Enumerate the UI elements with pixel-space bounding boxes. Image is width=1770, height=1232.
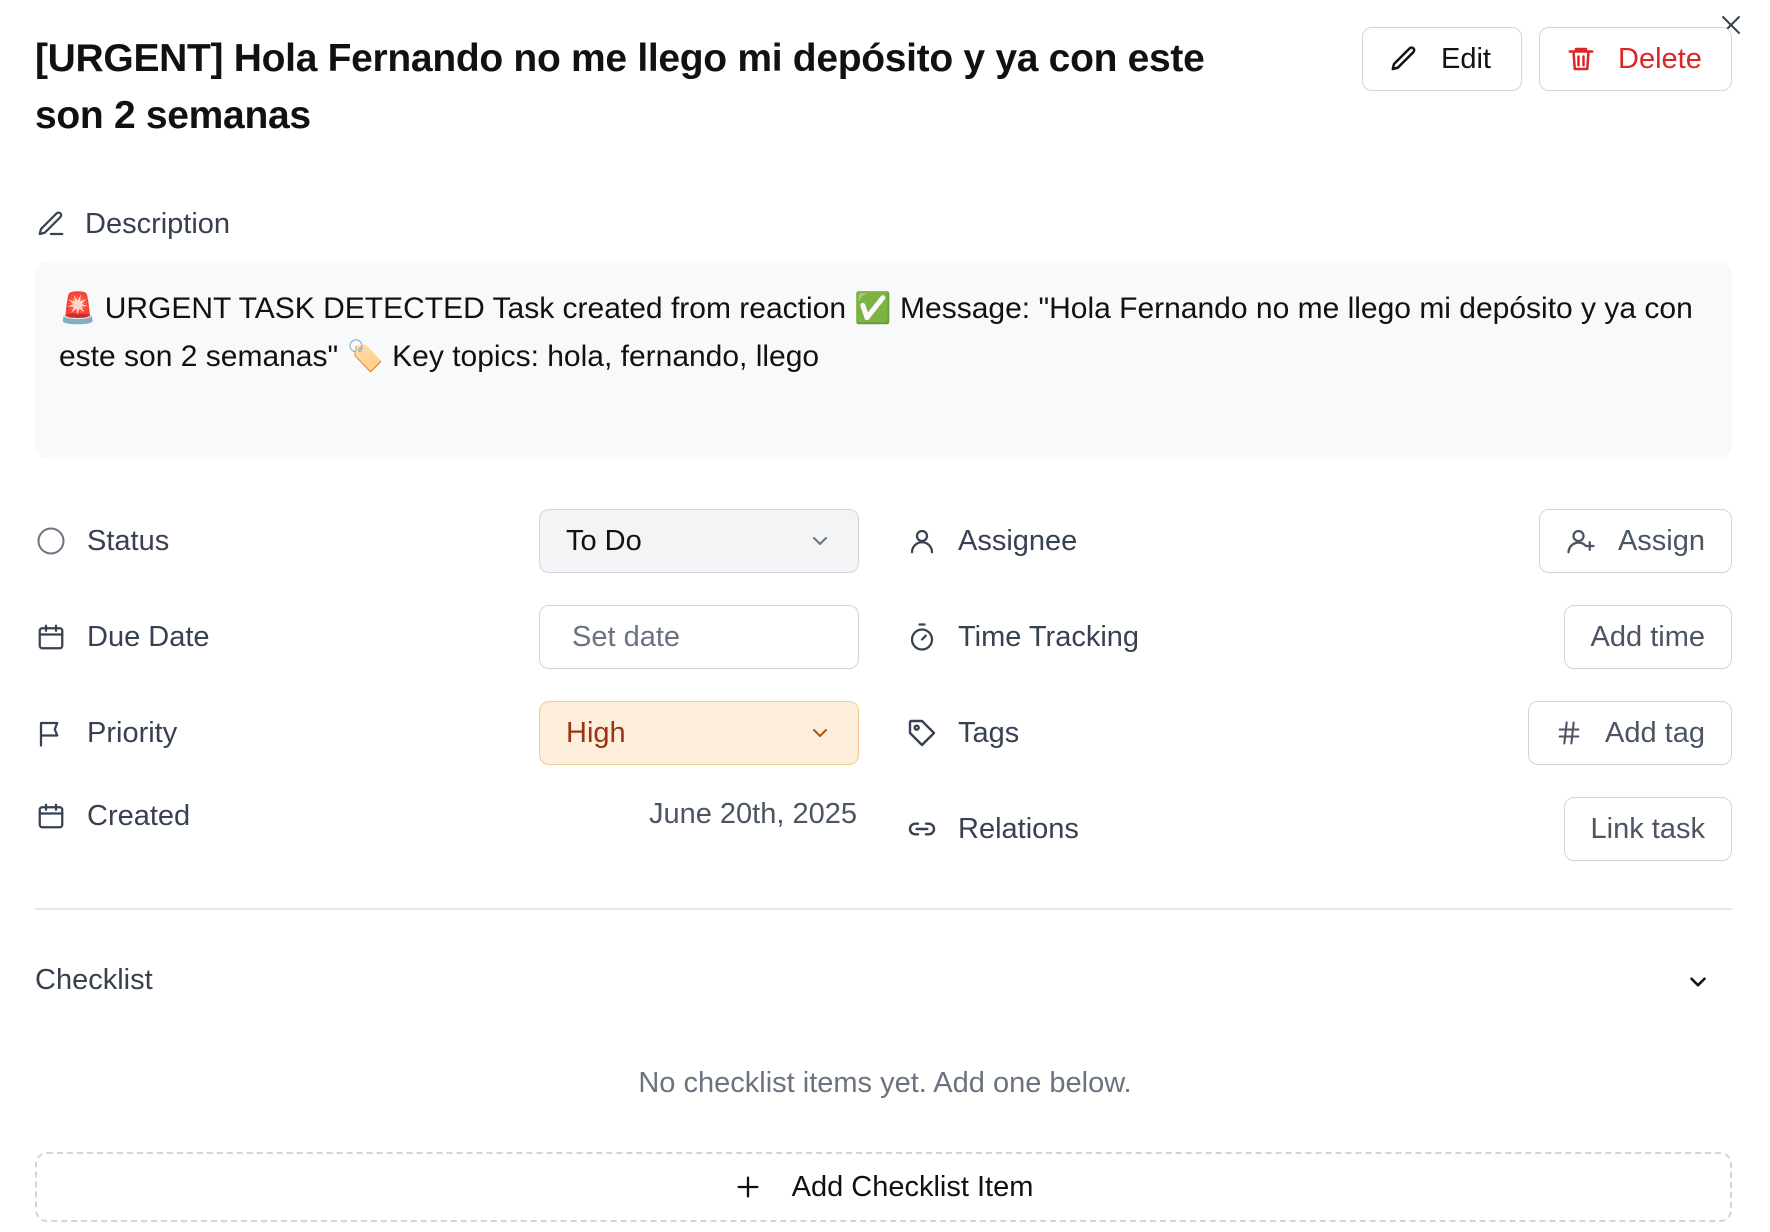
priority-select[interactable]: High — [539, 701, 859, 765]
time-tracking-label: Time Tracking — [906, 617, 1139, 657]
add-time-button-label: Add time — [1590, 620, 1705, 653]
tag-icon — [906, 717, 938, 749]
user-icon — [906, 525, 938, 557]
relations-label: Relations — [906, 809, 1079, 849]
user-plus-icon — [1567, 529, 1595, 554]
pencil-icon — [35, 208, 67, 240]
timer-icon — [906, 621, 938, 653]
add-time-button[interactable]: Add time — [1563, 605, 1732, 669]
link-task-button-label: Link task — [1590, 812, 1705, 845]
assignee-label-text: Assignee — [958, 524, 1078, 557]
assign-button-label: Assign — [1617, 524, 1705, 557]
delete-button-label: Delete — [1618, 42, 1702, 75]
status-value: To Do — [566, 524, 642, 557]
trash-icon — [1568, 47, 1594, 71]
created-label: Created — [35, 796, 190, 836]
chevron-down-icon — [813, 537, 827, 545]
checklist-empty-message: No checklist items yet. Add one below. — [638, 1067, 1132, 1099]
edit-button-label: Edit — [1441, 42, 1491, 75]
due-date-label: Due Date — [35, 617, 210, 657]
due-date-input[interactable] — [539, 605, 859, 669]
priority-label: Priority — [35, 713, 177, 753]
relations-label-text: Relations — [958, 812, 1079, 845]
calendar-icon — [35, 800, 67, 832]
description-text[interactable]: 🚨 URGENT TASK DETECTED Task created from… — [35, 261, 1732, 459]
task-detail-panel: [URGENT] Hola Fernando no me llego mi de… — [0, 0, 1770, 1232]
due-date-label-text: Due Date — [87, 620, 210, 653]
add-checklist-item-button[interactable]: Add Checklist Item — [35, 1152, 1732, 1222]
priority-value: High — [566, 716, 626, 749]
time-tracking-label-text: Time Tracking — [958, 620, 1140, 653]
plus-icon — [737, 1176, 759, 1198]
description-label: Description — [35, 204, 230, 244]
link-icon — [906, 813, 938, 845]
add-tag-button-label: Add tag — [1605, 716, 1705, 749]
description-label-text: Description — [85, 207, 231, 240]
checklist-title: Checklist — [35, 964, 153, 996]
delete-button[interactable]: Delete — [1539, 27, 1732, 91]
created-date: June 20th, 2025 — [648, 798, 857, 830]
add-checklist-item-label: Add Checklist Item — [791, 1170, 1034, 1203]
calendar-icon — [35, 621, 67, 653]
chevron-down-icon — [1690, 977, 1706, 987]
assignee-label: Assignee — [906, 521, 1077, 561]
checklist-collapse-button[interactable] — [1680, 964, 1716, 1000]
chevron-down-icon — [813, 729, 827, 737]
add-tag-button[interactable]: Add tag — [1528, 701, 1732, 765]
edit-button[interactable]: Edit — [1362, 27, 1522, 91]
pencil-icon — [1391, 46, 1416, 71]
status-label: Status — [35, 521, 169, 561]
hash-icon — [1558, 721, 1580, 745]
created-label-text: Created — [87, 799, 191, 832]
status-select[interactable]: To Do — [539, 509, 859, 573]
status-label-text: Status — [87, 524, 170, 557]
circle-icon — [35, 525, 67, 557]
assign-button[interactable]: Assign — [1538, 509, 1732, 573]
tags-label-text: Tags — [958, 716, 1020, 749]
tags-label: Tags — [906, 713, 1019, 753]
link-task-button[interactable]: Link task — [1563, 797, 1732, 861]
task-title: [URGENT] Hola Fernando no me llego mi de… — [35, 37, 1205, 137]
section-divider — [35, 908, 1732, 910]
priority-label-text: Priority — [87, 716, 178, 749]
flag-icon — [35, 717, 67, 749]
